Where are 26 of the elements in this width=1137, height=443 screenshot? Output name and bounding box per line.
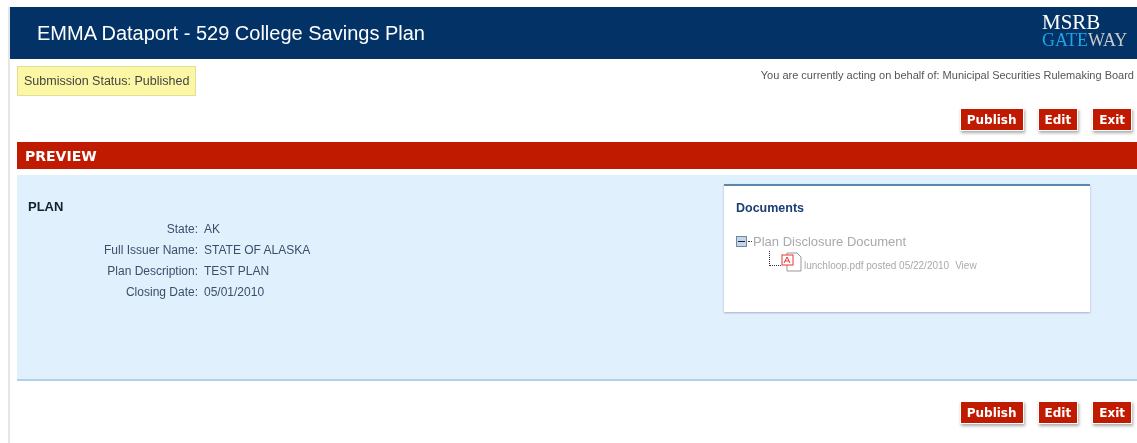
logo-text: MSRB [1042,13,1101,31]
document-file-text: lunchloop.pdf posted 05/22/2010 [804,260,950,271]
field-label: Plan Description: [106,264,198,278]
plan-heading: PLAN [28,199,65,214]
status-badge: Submission Status: Published [17,66,197,96]
field-value: AK [204,222,221,236]
logo-text: WAY [1088,30,1128,50]
field-label: State: [165,222,198,236]
action-button[interactable]: Publish [959,108,1024,131]
action-button[interactable]: Edit [1037,401,1079,424]
logo-text: GATE [1042,30,1088,50]
acting-on-behalf-text: You are currently acting on behalf of: Municipal Securities Rulemaking Board [760,69,1135,81]
collapse-toggle-icon[interactable] [736,236,747,247]
field-label: Full Issuer Name: [102,243,198,257]
page-title: EMMA Dataport - 529 College Savings Plan [37,21,425,45]
action-button[interactable]: Edit [1037,108,1079,131]
field-value: STATE OF ALASKA [204,243,311,257]
field-label: Closing Date: [124,285,198,299]
section-title: PREVIEW [25,147,97,164]
action-button[interactable]: Publish [959,401,1024,424]
action-button[interactable]: Exit [1092,401,1132,424]
field-value: TEST PLAN [204,264,271,278]
action-button[interactable]: Exit [1092,108,1132,131]
field-value: 05/01/2010 [204,285,266,299]
pdf-file-icon [781,252,803,272]
documents-title: Documents [736,201,806,215]
